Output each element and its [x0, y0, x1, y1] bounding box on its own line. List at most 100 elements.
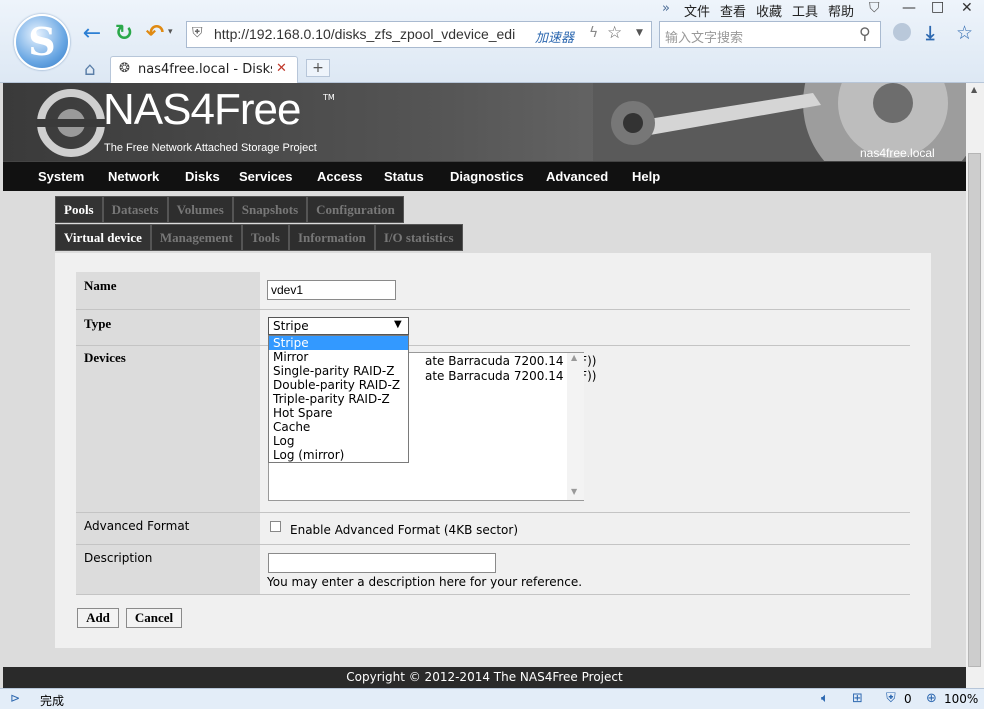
status-bar: ⊳ 完成 🔈︎ ⊞ ⛨ 0 ⊕ 100%: [0, 688, 984, 709]
search-icon[interactable]: ⚲: [859, 24, 871, 43]
tagline: The Free Network Attached Storage Projec…: [104, 142, 317, 154]
add-button[interactable]: Add: [77, 608, 119, 628]
star-icon[interactable]: ☆: [607, 23, 622, 43]
close-window-icon[interactable]: ✕: [961, 0, 973, 16]
type-option[interactable]: Log (mirror): [269, 448, 408, 462]
scroll-up-icon[interactable]: ▲: [571, 353, 577, 362]
tab-virtual-device[interactable]: Virtual device: [55, 224, 151, 251]
chevron-down-icon: ▼: [394, 319, 402, 330]
url-dropdown-icon[interactable]: ▼: [636, 28, 643, 38]
description-input[interactable]: [268, 553, 496, 573]
tabs-row-1: Pools Datasets Volumes Snapshots Configu…: [55, 196, 404, 223]
type-option[interactable]: Single-parity RAID-Z: [269, 364, 408, 378]
url-text[interactable]: http://192.168.0.10/disks_zfs_zpool_vdev…: [214, 26, 530, 42]
refresh-icon[interactable]: ↻: [112, 22, 136, 46]
nav-help[interactable]: Help: [632, 169, 660, 184]
menu-tools[interactable]: 工具: [792, 1, 818, 20]
nav-system[interactable]: System: [38, 169, 84, 184]
tab-favicon-icon: ❂: [119, 61, 130, 76]
ad-block-icon[interactable]: [893, 23, 911, 41]
maximize-icon[interactable]: □: [931, 0, 944, 15]
search-input[interactable]: 输入文字搜索: [665, 27, 743, 46]
extension-icon[interactable]: ⊞: [852, 691, 863, 706]
menu-overflow-icon[interactable]: »: [662, 1, 670, 16]
tab-close-icon[interactable]: ✕: [276, 61, 287, 76]
tab-information[interactable]: Information: [288, 224, 375, 251]
page-scrollbar[interactable]: ▲: [966, 83, 984, 688]
nas4free-logo-icon: [36, 89, 106, 157]
nav-network[interactable]: Network: [108, 169, 159, 184]
page-viewport: NAS4Free TM The Free Network Attached St…: [0, 83, 966, 688]
type-select[interactable]: Stripe ▼: [268, 317, 409, 335]
scroll-down-icon[interactable]: ▼: [571, 487, 577, 496]
listbox-scrollbar[interactable]: ▲ ▼: [567, 353, 584, 500]
back-icon[interactable]: ←: [80, 22, 104, 46]
devices-label-cell: [76, 346, 260, 512]
site-header: NAS4Free TM The Free Network Attached St…: [3, 83, 966, 161]
main-nav: System Network Disks Services Access Sta…: [3, 161, 966, 191]
shield-icon: ⛨: [192, 25, 203, 41]
advanced-format-label: Advanced Format: [84, 519, 190, 533]
type-dropdown-list[interactable]: Stripe Mirror Single-parity RAID-Z Doubl…: [268, 335, 409, 463]
type-option[interactable]: Hot Spare: [269, 406, 408, 420]
type-option[interactable]: Cache: [269, 420, 408, 434]
nav-services[interactable]: Services: [239, 169, 293, 184]
nav-diagnostics[interactable]: Diagnostics: [450, 169, 524, 184]
menu-favorites[interactable]: 收藏: [756, 1, 782, 20]
tab-configuration[interactable]: Configuration: [307, 196, 404, 223]
favorites-star-icon[interactable]: ☆: [956, 22, 973, 44]
nav-status[interactable]: Status: [384, 169, 424, 184]
type-option[interactable]: Double-parity RAID-Z: [269, 378, 408, 392]
tab-title[interactable]: nas4free.local - Disks|Z: [138, 62, 272, 77]
browser-logo-icon: S: [14, 14, 70, 70]
tab-volumes[interactable]: Volumes: [167, 196, 233, 223]
download-icon[interactable]: ⤓: [926, 22, 934, 44]
scroll-up-icon[interactable]: ▲: [971, 85, 977, 94]
name-label: Name: [84, 278, 117, 293]
tab-tools[interactable]: Tools: [241, 224, 289, 251]
logo-text: NAS4Free: [103, 85, 301, 134]
tab-management[interactable]: Management: [150, 224, 242, 251]
menu-help[interactable]: 帮助: [828, 1, 854, 20]
tab-snapshots[interactable]: Snapshots: [232, 196, 308, 223]
undo-icon[interactable]: ↶: [143, 22, 167, 46]
type-select-value: Stripe: [273, 319, 309, 333]
nav-disks[interactable]: Disks: [185, 169, 220, 184]
trademark: TM: [323, 93, 335, 102]
accelerator-label[interactable]: 加速器: [535, 27, 574, 46]
skin-icon[interactable]: ⛉: [869, 0, 880, 16]
content-panel: Name Type Stripe ▼ Devices ate Barracuda…: [55, 253, 931, 648]
new-tab-button[interactable]: +: [306, 59, 330, 77]
home-icon[interactable]: ⌂: [84, 59, 95, 80]
scrollbar-thumb[interactable]: [968, 153, 981, 667]
tab-pools[interactable]: Pools: [55, 196, 103, 223]
row-divider: [76, 512, 910, 513]
tab-io-statistics[interactable]: I/O statistics: [374, 224, 463, 251]
row-divider: [76, 345, 910, 346]
sound-icon[interactable]: 🔈︎: [821, 691, 829, 706]
sidebar-toggle-icon[interactable]: ⊳: [10, 691, 20, 705]
advanced-format-checkbox[interactable]: [270, 521, 281, 532]
minimize-icon[interactable]: —: [902, 0, 916, 16]
nav-access[interactable]: Access: [317, 169, 363, 184]
advanced-format-checkbox-label[interactable]: Enable Advanced Format (4KB sector): [290, 523, 518, 537]
tab-datasets[interactable]: Datasets: [102, 196, 168, 223]
zoom-icon[interactable]: ⊕: [926, 691, 937, 706]
row-divider: [76, 544, 910, 545]
nav-advanced[interactable]: Advanced: [546, 169, 608, 184]
type-option[interactable]: Triple-parity RAID-Z: [269, 392, 408, 406]
undo-dropdown-icon[interactable]: ▾: [168, 27, 173, 37]
name-input[interactable]: [267, 280, 396, 300]
row-divider: [76, 594, 910, 595]
ad-filter-icon[interactable]: ⛨: [886, 691, 896, 706]
description-label: Description: [84, 551, 153, 565]
menu-view[interactable]: 查看: [720, 1, 746, 20]
cancel-button[interactable]: Cancel: [126, 608, 182, 628]
zoom-level[interactable]: 100%: [944, 692, 978, 706]
menu-file[interactable]: 文件: [684, 1, 710, 20]
type-option[interactable]: Log: [269, 434, 408, 448]
lightning-icon[interactable]: ϟ: [589, 25, 598, 41]
type-option[interactable]: Stripe: [269, 336, 408, 350]
type-option[interactable]: Mirror: [269, 350, 408, 364]
description-hint: You may enter a description here for you…: [267, 575, 583, 589]
